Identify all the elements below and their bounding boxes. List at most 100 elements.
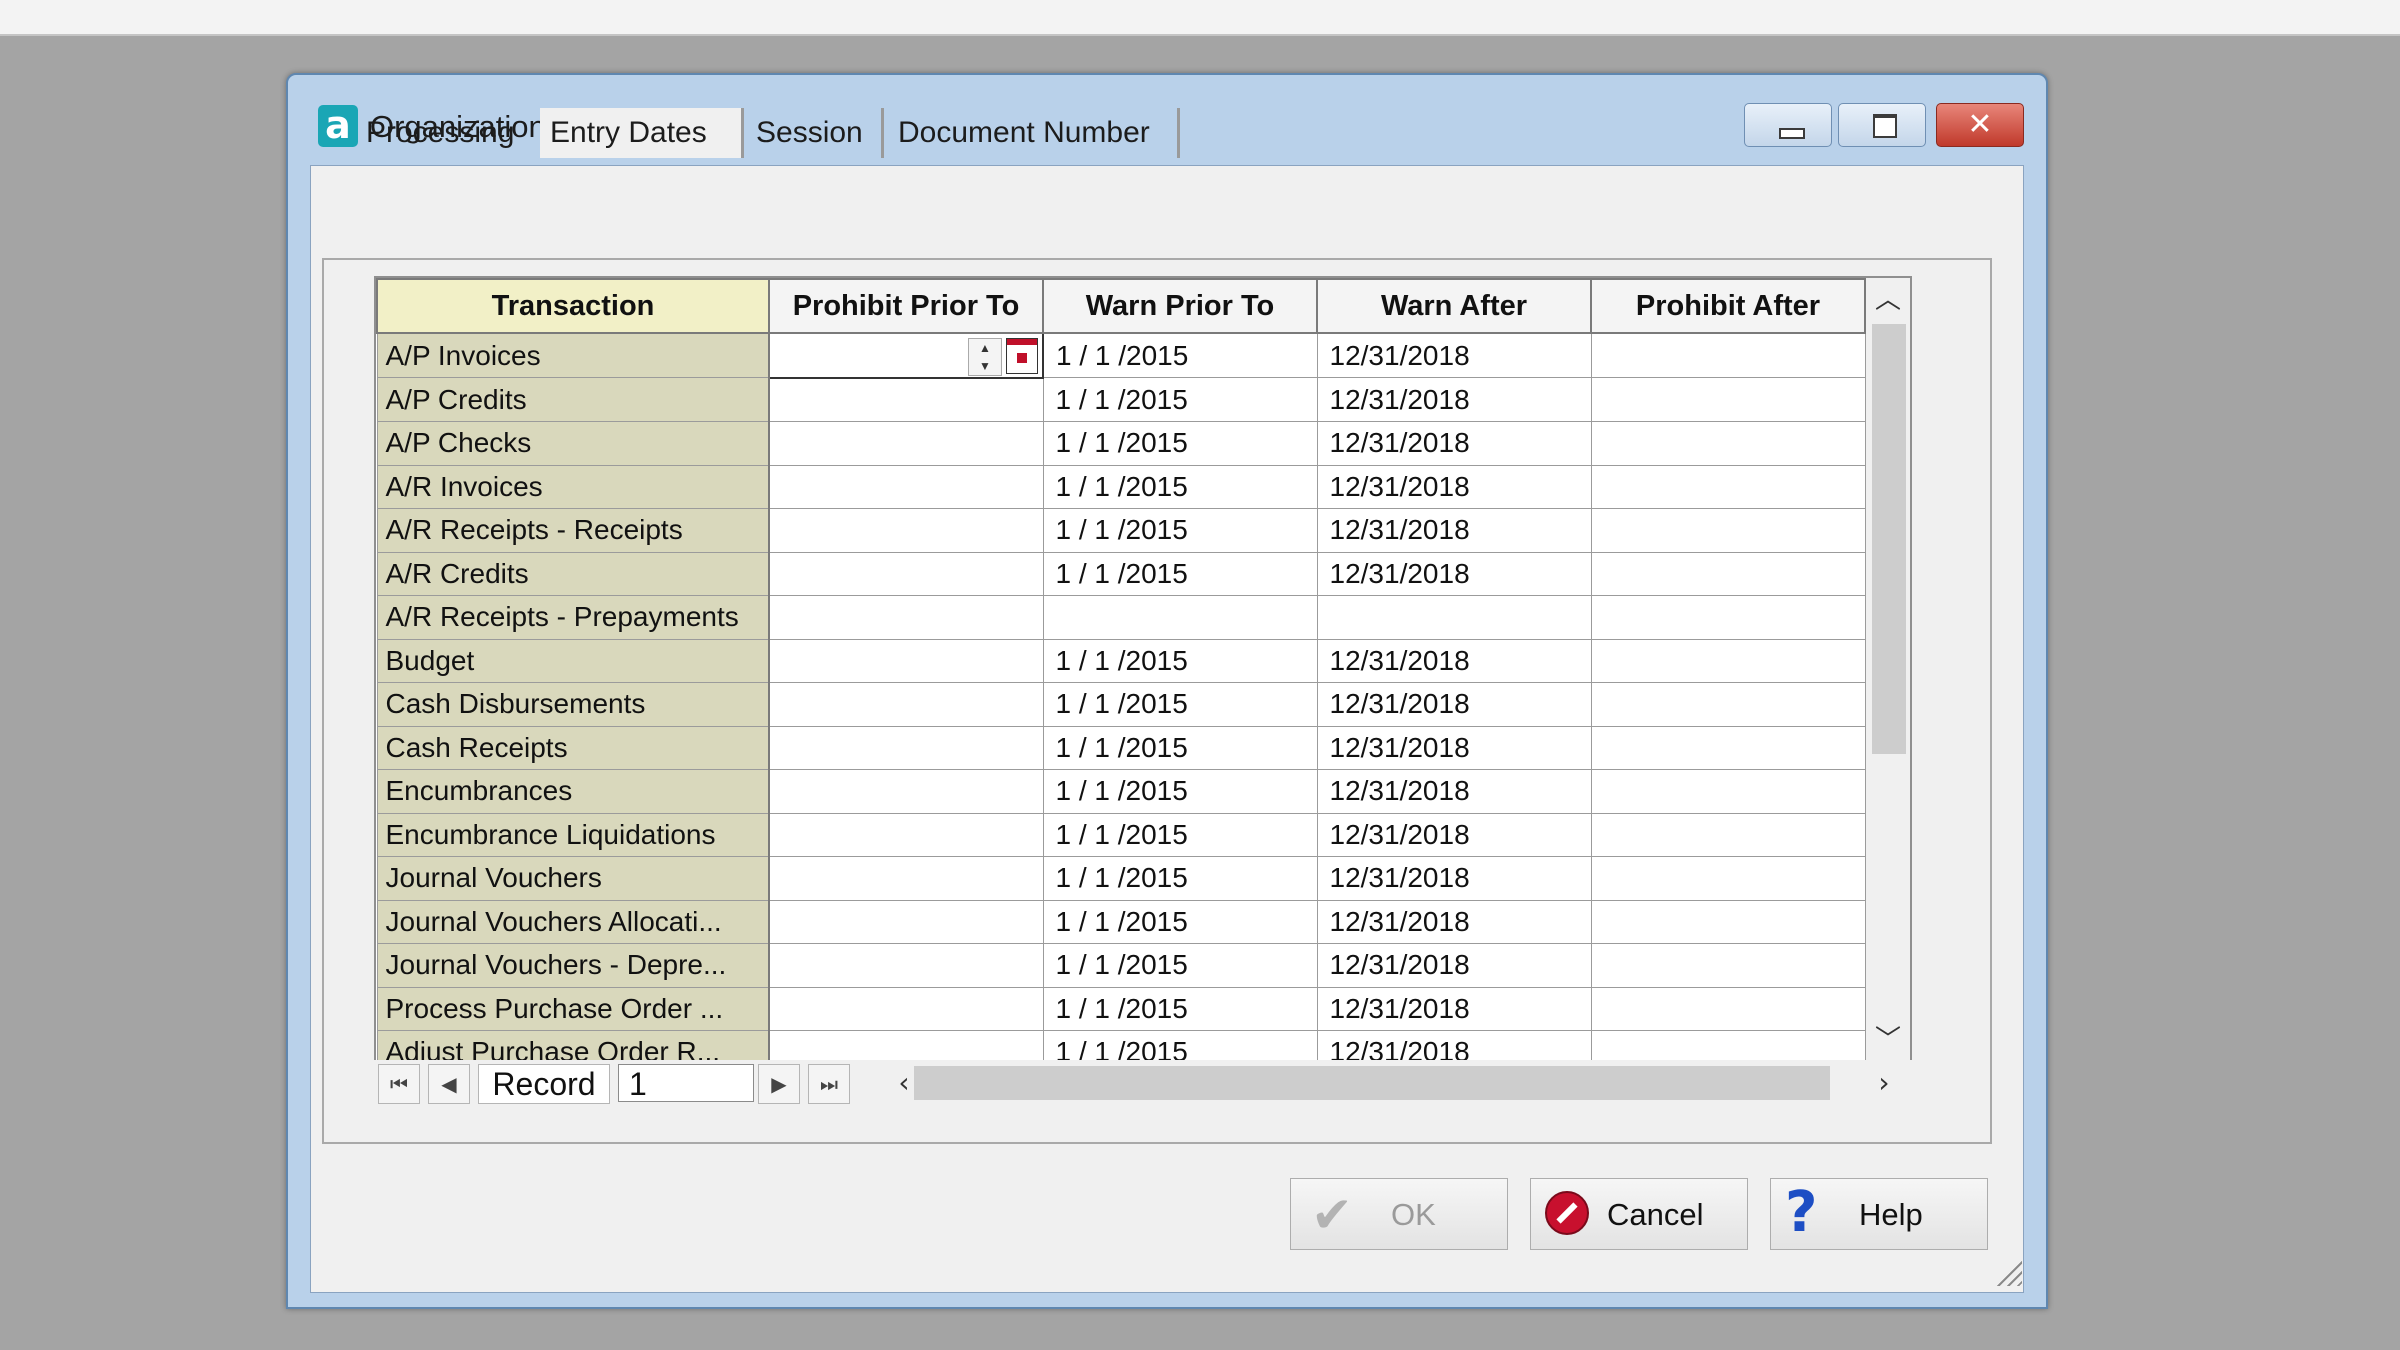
warn-after-cell[interactable]: 12/31/2018: [1316, 769, 1592, 814]
prohibit-prior-to-cell[interactable]: [768, 943, 1044, 988]
scroll-right-icon[interactable]: ›: [1864, 1064, 1904, 1102]
warn-prior-to-cell[interactable]: 1 / 1 /2015: [1042, 769, 1318, 814]
warn-prior-to-cell[interactable]: [1042, 595, 1318, 640]
table-row[interactable]: Journal Vouchers 1 / 1 /2015 12/31/2018: [376, 856, 1866, 901]
prohibit-prior-to-cell[interactable]: [768, 725, 1044, 770]
prohibit-after-cell[interactable]: [1590, 421, 1866, 466]
prohibit-prior-to-cell[interactable]: [768, 856, 1044, 901]
warn-after-cell[interactable]: 12/31/2018: [1316, 899, 1592, 944]
prohibit-prior-to-cell[interactable]: [768, 638, 1044, 683]
horizontal-scrollbar[interactable]: [910, 1064, 1860, 1102]
warn-after-cell[interactable]: [1316, 595, 1592, 640]
next-record-button[interactable]: ▶: [758, 1064, 800, 1104]
warn-prior-to-cell[interactable]: 1 / 1 /2015: [1042, 943, 1318, 988]
prohibit-after-cell[interactable]: [1590, 986, 1866, 1031]
table-row[interactable]: Encumbrances 1 / 1 /2015 12/31/2018: [376, 769, 1866, 814]
warn-after-cell[interactable]: 12/31/2018: [1316, 812, 1592, 857]
table-row[interactable]: A/R Credits 1 / 1 /2015 12/31/2018: [376, 551, 1866, 596]
warn-prior-to-cell[interactable]: 1 / 1 /2015: [1042, 856, 1318, 901]
prohibit-after-cell[interactable]: [1590, 812, 1866, 857]
warn-prior-to-cell[interactable]: 1 / 1 /2015: [1042, 812, 1318, 857]
warn-after-cell[interactable]: 12/31/2018: [1316, 508, 1592, 553]
table-row[interactable]: Cash Receipts 1 / 1 /2015 12/31/2018: [376, 725, 1866, 770]
prohibit-after-cell[interactable]: [1590, 769, 1866, 814]
cancel-button[interactable]: Cancel: [1530, 1178, 1748, 1250]
warn-prior-to-cell[interactable]: 1 / 1 /2015: [1042, 1030, 1318, 1060]
prohibit-after-cell[interactable]: [1590, 725, 1866, 770]
prohibit-prior-to-cell[interactable]: ▲ ▼: [768, 332, 1044, 379]
warn-after-cell[interactable]: 12/31/2018: [1316, 1030, 1592, 1060]
table-row[interactable]: A/R Receipts - Prepayments: [376, 595, 1866, 640]
prohibit-after-cell[interactable]: [1590, 508, 1866, 553]
previous-record-button[interactable]: ◀: [428, 1064, 470, 1104]
warn-prior-to-cell[interactable]: 1 / 1 /2015: [1042, 377, 1318, 422]
spin-down-icon[interactable]: ▼: [969, 357, 1001, 375]
table-row[interactable]: A/P Checks 1 / 1 /2015 12/31/2018: [376, 421, 1866, 466]
warn-after-cell[interactable]: 12/31/2018: [1316, 464, 1592, 509]
prohibit-prior-to-cell[interactable]: [768, 464, 1044, 509]
column-header-transaction[interactable]: Transaction: [376, 278, 770, 334]
horizontal-scroll-thumb[interactable]: [914, 1066, 1830, 1100]
maximize-button[interactable]: [1838, 103, 1926, 147]
table-row[interactable]: Budget 1 / 1 /2015 12/31/2018: [376, 638, 1866, 683]
prohibit-prior-to-cell[interactable]: [768, 986, 1044, 1031]
vertical-scroll-thumb[interactable]: [1872, 324, 1906, 754]
warn-after-cell[interactable]: 12/31/2018: [1316, 943, 1592, 988]
warn-prior-to-cell[interactable]: 1 / 1 /2015: [1042, 551, 1318, 596]
table-row[interactable]: A/R Receipts - Receipts 1 / 1 /2015 12/31/…: [376, 508, 1866, 553]
table-row[interactable]: A/P Invoices ▲ ▼ 1 / 1 /2015 12/31/2018: [376, 332, 1866, 379]
warn-prior-to-cell[interactable]: 1 / 1 /2015: [1042, 638, 1318, 683]
date-spinner[interactable]: ▲ ▼: [968, 338, 1002, 376]
prohibit-prior-to-cell[interactable]: [768, 682, 1044, 727]
table-row[interactable]: Adjust Purchase Order R... 1 / 1 /2015 12/…: [376, 1030, 1866, 1060]
prohibit-after-cell[interactable]: [1590, 856, 1866, 901]
warn-after-cell[interactable]: 12/31/2018: [1316, 551, 1592, 596]
column-header-prohibit-prior-to[interactable]: Prohibit Prior To: [768, 278, 1044, 334]
spin-up-icon[interactable]: ▲: [969, 339, 1001, 357]
tab-document-number[interactable]: Document Number: [888, 108, 1180, 158]
first-record-button[interactable]: ⏮: [378, 1064, 420, 1104]
prohibit-after-cell[interactable]: [1590, 551, 1866, 596]
prohibit-after-cell[interactable]: [1590, 1030, 1866, 1060]
warn-prior-to-cell[interactable]: 1 / 1 /2015: [1042, 508, 1318, 553]
prohibit-after-cell[interactable]: [1590, 899, 1866, 944]
prohibit-after-cell[interactable]: [1590, 638, 1866, 683]
warn-prior-to-cell[interactable]: 1 / 1 /2015: [1042, 899, 1318, 944]
minimize-button[interactable]: [1744, 103, 1832, 147]
tab-session[interactable]: Session: [746, 108, 884, 158]
prohibit-prior-to-cell[interactable]: [768, 421, 1044, 466]
table-row[interactable]: Process Purchase Order ... 1 / 1 /2015 12/…: [376, 986, 1866, 1031]
warn-after-cell[interactable]: 12/31/2018: [1316, 986, 1592, 1031]
prohibit-after-cell[interactable]: [1590, 595, 1866, 640]
vertical-scrollbar[interactable]: ︿ ﹀: [1866, 278, 1910, 1060]
warn-after-cell[interactable]: 12/31/2018: [1316, 682, 1592, 727]
warn-prior-to-cell[interactable]: 1 / 1 /2015: [1042, 464, 1318, 509]
prohibit-prior-to-cell[interactable]: [768, 508, 1044, 553]
resize-grip-icon[interactable]: [1990, 1254, 2024, 1288]
prohibit-after-cell[interactable]: [1590, 943, 1866, 988]
table-row[interactable]: Encumbrance Liquidations 1 / 1 /2015 12/31…: [376, 812, 1866, 857]
table-row[interactable]: Journal Vouchers Allocati... 1 / 1 /2015 1…: [376, 899, 1866, 944]
warn-after-cell[interactable]: 12/31/2018: [1316, 377, 1592, 422]
warn-prior-to-cell[interactable]: 1 / 1 /2015: [1042, 986, 1318, 1031]
warn-after-cell[interactable]: 12/31/2018: [1316, 638, 1592, 683]
table-row[interactable]: Cash Disbursements 1 / 1 /2015 12/31/2018: [376, 682, 1866, 727]
prohibit-prior-to-cell[interactable]: [768, 595, 1044, 640]
prohibit-prior-to-cell[interactable]: [768, 812, 1044, 857]
column-header-warn-prior-to[interactable]: Warn Prior To: [1042, 278, 1318, 334]
calendar-icon[interactable]: [1006, 338, 1038, 374]
table-row[interactable]: A/R Invoices 1 / 1 /2015 12/31/2018: [376, 464, 1866, 509]
prohibit-prior-to-cell[interactable]: [768, 769, 1044, 814]
tab-processing[interactable]: Processing: [356, 108, 532, 158]
record-number-input[interactable]: 1: [618, 1064, 754, 1102]
warn-after-cell[interactable]: 12/31/2018: [1316, 725, 1592, 770]
ok-button[interactable]: ✔ OK: [1290, 1178, 1508, 1250]
scroll-down-icon[interactable]: ﹀: [1866, 1018, 1910, 1060]
warn-after-cell[interactable]: 12/31/2018: [1316, 421, 1592, 466]
prohibit-after-cell[interactable]: [1590, 332, 1866, 378]
warn-prior-to-cell[interactable]: 1 / 1 /2015: [1042, 725, 1318, 770]
warn-after-cell[interactable]: 12/31/2018: [1316, 332, 1592, 378]
prohibit-prior-to-cell[interactable]: [768, 1030, 1044, 1060]
column-header-prohibit-after[interactable]: Prohibit After: [1590, 278, 1866, 334]
warn-prior-to-cell[interactable]: 1 / 1 /2015: [1042, 682, 1318, 727]
